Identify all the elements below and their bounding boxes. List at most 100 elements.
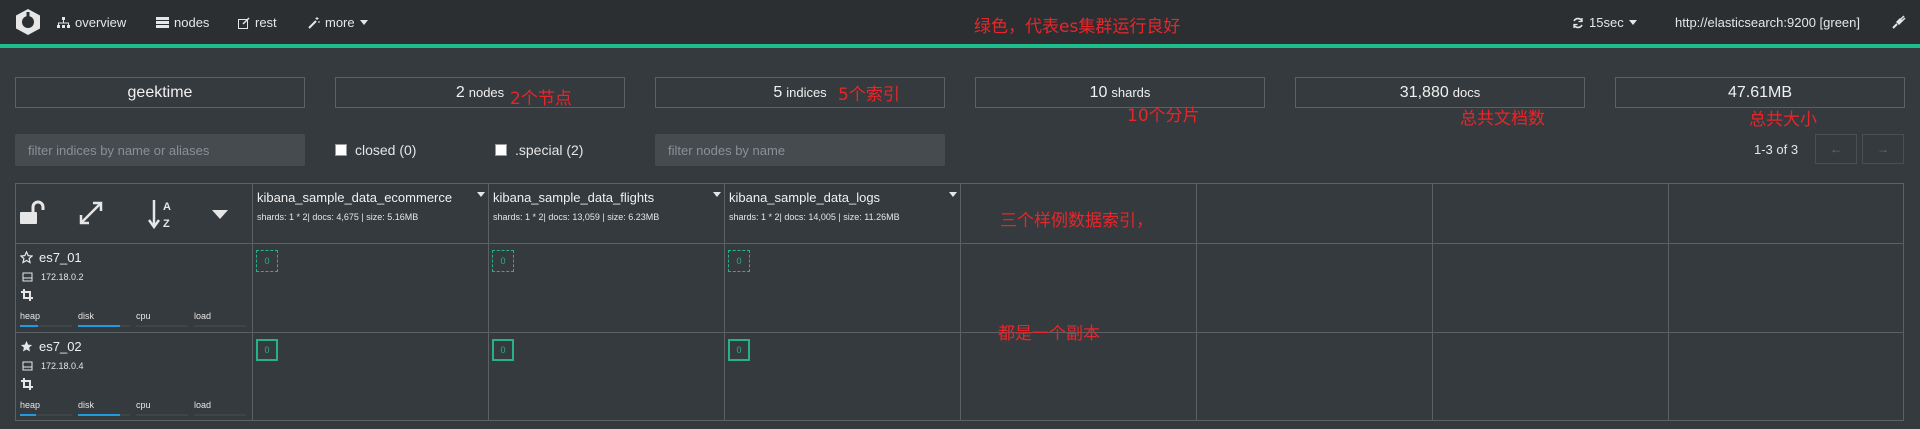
primary-shard[interactable]: 0 [728, 339, 750, 361]
expand-icon[interactable] [79, 201, 103, 225]
plug-disconnect-icon[interactable] [1892, 15, 1906, 29]
refresh-icon [1573, 17, 1583, 28]
svg-text:Z: Z [163, 218, 170, 230]
node-ip-es7-02: 172.18.0.4 [22, 361, 84, 371]
cluster-name: geektime [127, 83, 193, 101]
grid-column-divider [1432, 184, 1433, 420]
index-meta: shards: 1 * 2| docs: 13,059 | size: 6.23… [493, 212, 660, 222]
node-name-es7-01[interactable]: es7_01 [20, 250, 82, 265]
nav-overview-label: overview [75, 15, 127, 30]
special-checkbox-label: .special (2) [515, 142, 584, 158]
docs-count-value: 31,880 [1399, 83, 1449, 101]
metric-heap: heap [20, 400, 41, 410]
prev-page-button[interactable]: ← [1815, 134, 1857, 164]
special-checkbox-box[interactable] [495, 144, 507, 156]
indices-count-box: 5 indices [655, 77, 945, 108]
filter-indices-input[interactable] [15, 134, 305, 166]
magic-wand-icon [308, 16, 320, 29]
primary-shard[interactable]: 0 [492, 339, 514, 361]
index-name[interactable]: kibana_sample_data_flights [493, 190, 654, 205]
svg-text:A: A [163, 201, 171, 213]
annotation-docs: 总共文档数 [1460, 109, 1545, 129]
replica-shard[interactable]: 0 [256, 250, 278, 272]
grid-column-divider [252, 184, 253, 420]
cerebro-logo-icon[interactable] [14, 8, 42, 36]
nav-nodes-label: nodes [174, 15, 210, 30]
index-meta: shards: 1 * 2| docs: 14,005 | size: 11.2… [729, 212, 900, 222]
annotation-shards: 10个分片 [1127, 106, 1200, 126]
metric-bar-fill [20, 325, 39, 327]
cluster-url[interactable]: http://elasticsearch:9200 [green] [1675, 15, 1860, 30]
shards-count-value: 10 [1089, 83, 1108, 101]
metric-heap-bar [20, 325, 72, 327]
grid-row-divider [16, 243, 1903, 244]
grid-column-divider [724, 184, 725, 420]
node-ip-label: 172.18.0.2 [41, 272, 84, 282]
caret-down-icon[interactable] [949, 192, 957, 197]
metric-cpu: cpu [136, 400, 151, 410]
node-ip-label: 172.18.0.4 [41, 361, 84, 371]
top-nav: overview nodes rest more 15sec http://el… [0, 0, 1920, 48]
index-name[interactable]: kibana_sample_data_ecommerce [257, 190, 452, 205]
annotation-sample: 三个样例数据索引， [1000, 211, 1153, 231]
caret-down-icon[interactable] [713, 192, 721, 197]
node-name-es7-02[interactable]: es7_02 [20, 339, 82, 354]
cluster-name-box: geektime [15, 77, 305, 108]
special-checkbox[interactable]: .special (2) [495, 142, 583, 158]
crop-icon [21, 289, 33, 301]
metric-bar-fill [20, 414, 36, 416]
metric-load-bar [194, 414, 246, 416]
nav-more-label: more [325, 15, 355, 30]
nodes-count-box: 2 nodes [335, 77, 625, 108]
annotation-replica: 都是一个副本 [998, 324, 1100, 344]
primary-shard[interactable]: 0 [256, 339, 278, 361]
grid-column-divider [1196, 184, 1197, 420]
cluster-overview-grid: AZ kibana_sample_data_ecommerce shards: … [15, 183, 1904, 421]
metric-bar-fill [78, 414, 120, 416]
replica-shard[interactable]: 0 [492, 250, 514, 272]
sitemap-icon [57, 16, 70, 28]
metric-load-bar [194, 325, 246, 327]
star-filled-icon [20, 340, 33, 352]
filter-nodes-input[interactable] [655, 134, 945, 166]
grid-column-divider [488, 184, 489, 420]
closed-checkbox-box[interactable] [335, 144, 347, 156]
indices-count-unit: indices [786, 85, 827, 100]
docs-count-unit: docs [1452, 85, 1481, 100]
closed-checkbox[interactable]: closed (0) [335, 142, 416, 158]
node-name-label: es7_02 [39, 339, 82, 354]
index-name[interactable]: kibana_sample_data_logs [729, 190, 880, 205]
shards-count-box: 10 shards [975, 77, 1265, 108]
nav-nodes[interactable]: nodes [156, 15, 209, 30]
replica-shard[interactable]: 0 [728, 250, 750, 272]
next-page-button[interactable]: → [1862, 134, 1904, 164]
hdd-icon [22, 272, 33, 282]
nav-more-dropdown[interactable]: more [308, 15, 368, 30]
sort-alpha-icon[interactable]: AZ [148, 198, 176, 230]
crop-icon [21, 378, 33, 390]
caret-down-icon[interactable] [212, 210, 228, 220]
node-name-label: es7_01 [39, 250, 82, 265]
metric-disk-bar [78, 325, 130, 327]
hdd-icon [22, 361, 33, 371]
grid-column-divider [960, 184, 961, 420]
metric-load: load [194, 311, 212, 321]
unlock-icon[interactable] [19, 200, 47, 226]
node-ip-es7-01: 172.18.0.2 [22, 272, 84, 282]
pager-label: 1-3 of 3 [1754, 142, 1799, 157]
total-size-box: 47.61MB [1615, 77, 1905, 108]
index-meta: shards: 1 * 2| docs: 4,675 | size: 5.16M… [257, 212, 419, 222]
metric-heap: heap [20, 311, 41, 321]
caret-down-icon[interactable] [477, 192, 485, 197]
grid-column-divider [1668, 184, 1669, 420]
cluster-status-bar [0, 44, 1920, 48]
closed-checkbox-label: closed (0) [355, 142, 417, 158]
refresh-interval-dropdown[interactable]: 15sec [1572, 15, 1637, 30]
nav-rest[interactable]: rest [238, 15, 277, 30]
refresh-interval-label: 15sec [1589, 15, 1624, 30]
metric-heap-bar [20, 414, 72, 416]
nodes-count-unit: nodes [468, 85, 505, 100]
nav-overview[interactable]: overview [57, 15, 126, 30]
annotation-size: 总共大小 [1749, 110, 1817, 130]
total-size-value: 47.61MB [1727, 83, 1793, 101]
